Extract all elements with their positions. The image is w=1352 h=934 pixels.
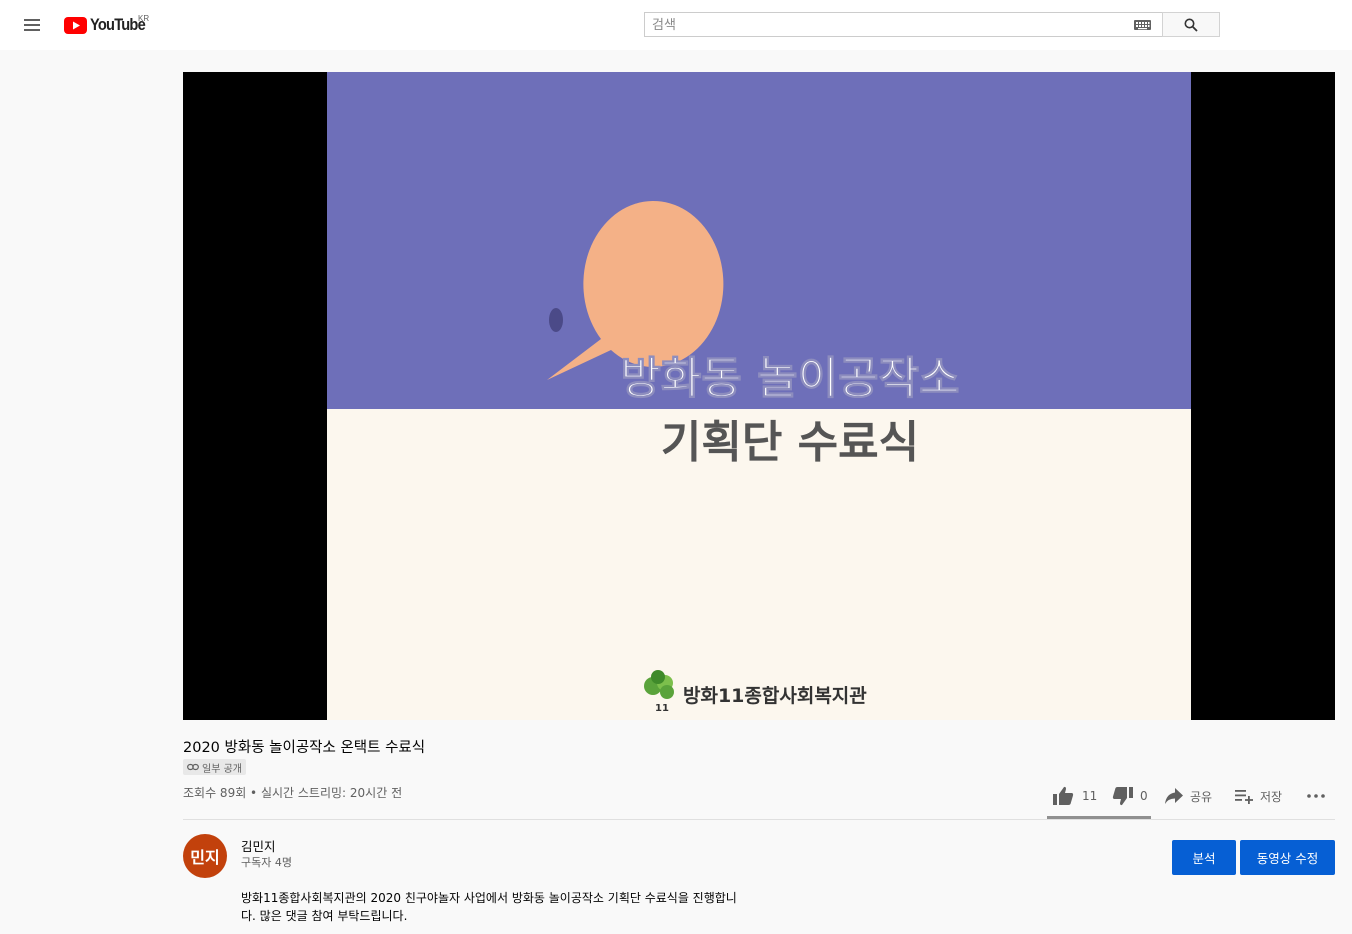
save-label: 저장 xyxy=(1260,789,1283,804)
channel-avatar[interactable]: 민지 xyxy=(183,834,227,878)
share-icon xyxy=(1165,788,1183,804)
like-button[interactable]: 11 xyxy=(1052,784,1097,808)
edit-video-button[interactable]: 동영상 수정 xyxy=(1240,840,1335,875)
link-icon xyxy=(187,763,199,771)
dislike-count: 0 xyxy=(1140,789,1148,803)
video-frame: 방화동 놀이공작소 기획단 수료식 11 방화11종합사회복지관 xyxy=(327,72,1191,720)
search-input[interactable] xyxy=(652,15,1122,35)
keyboard-icon[interactable] xyxy=(1134,20,1151,30)
more-actions-button[interactable] xyxy=(1306,784,1332,808)
analytics-button[interactable]: 분석 xyxy=(1172,840,1236,875)
playlist-add-icon xyxy=(1235,790,1253,804)
more-horizontal-icon xyxy=(1307,794,1325,798)
masthead: YouTube KR xyxy=(0,0,1352,50)
dislike-button[interactable]: 0 xyxy=(1112,784,1148,808)
search-icon xyxy=(1184,18,1198,32)
visibility-badge: 일부 공개 xyxy=(183,759,246,775)
search-box xyxy=(644,12,1162,37)
frame-title-line1: 방화동 놀이공작소 xyxy=(620,353,959,404)
save-button[interactable]: 저장 xyxy=(1234,784,1282,808)
video-stats: 조회수 89회 • 실시간 스트리밍: 20시간 전 xyxy=(183,786,403,800)
youtube-play-icon xyxy=(64,17,87,34)
share-button[interactable]: 공유 xyxy=(1164,784,1212,808)
pacman-eye xyxy=(549,308,563,332)
frame-org-name: 방화11종합사회복지관 xyxy=(683,685,867,707)
video-title: 2020 방화동 놀이공작소 온택트 수료식 xyxy=(183,740,426,756)
org-logo-number: 11 xyxy=(655,703,669,714)
description-line-2: 다. 많은 댓글 참여 부탁드립니다. xyxy=(241,909,408,923)
like-count: 11 xyxy=(1082,789,1098,803)
share-label: 공유 xyxy=(1190,789,1213,804)
channel-name[interactable]: 김민지 xyxy=(241,838,276,855)
video-player[interactable]: 방화동 놀이공작소 기획단 수료식 11 방화11종합사회복지관 xyxy=(183,72,1335,720)
youtube-logo[interactable]: YouTube KR xyxy=(64,13,154,37)
video-description: 방화11종합사회복지관의 2020 친구야놀자 사업에서 방화동 놀이공작소 기… xyxy=(241,889,801,925)
subscriber-count: 구독자 4명 xyxy=(241,856,292,869)
frame-title-line2: 기획단 수료식 xyxy=(661,417,919,468)
menu-icon[interactable] xyxy=(22,16,42,34)
video-actions: 11 0 공유 저장 xyxy=(1050,784,1340,808)
region-code: KR xyxy=(138,14,150,23)
divider xyxy=(183,819,1335,820)
search-button[interactable] xyxy=(1162,12,1220,37)
thumbs-up-icon xyxy=(1053,786,1074,805)
youtube-wordmark: YouTube xyxy=(90,15,146,34)
description-line-1: 방화11종합사회복지관의 2020 친구야놀자 사업에서 방화동 놀이공작소 기… xyxy=(241,891,737,905)
thumbs-down-icon xyxy=(1112,787,1133,806)
visibility-label: 일부 공개 xyxy=(202,763,242,775)
